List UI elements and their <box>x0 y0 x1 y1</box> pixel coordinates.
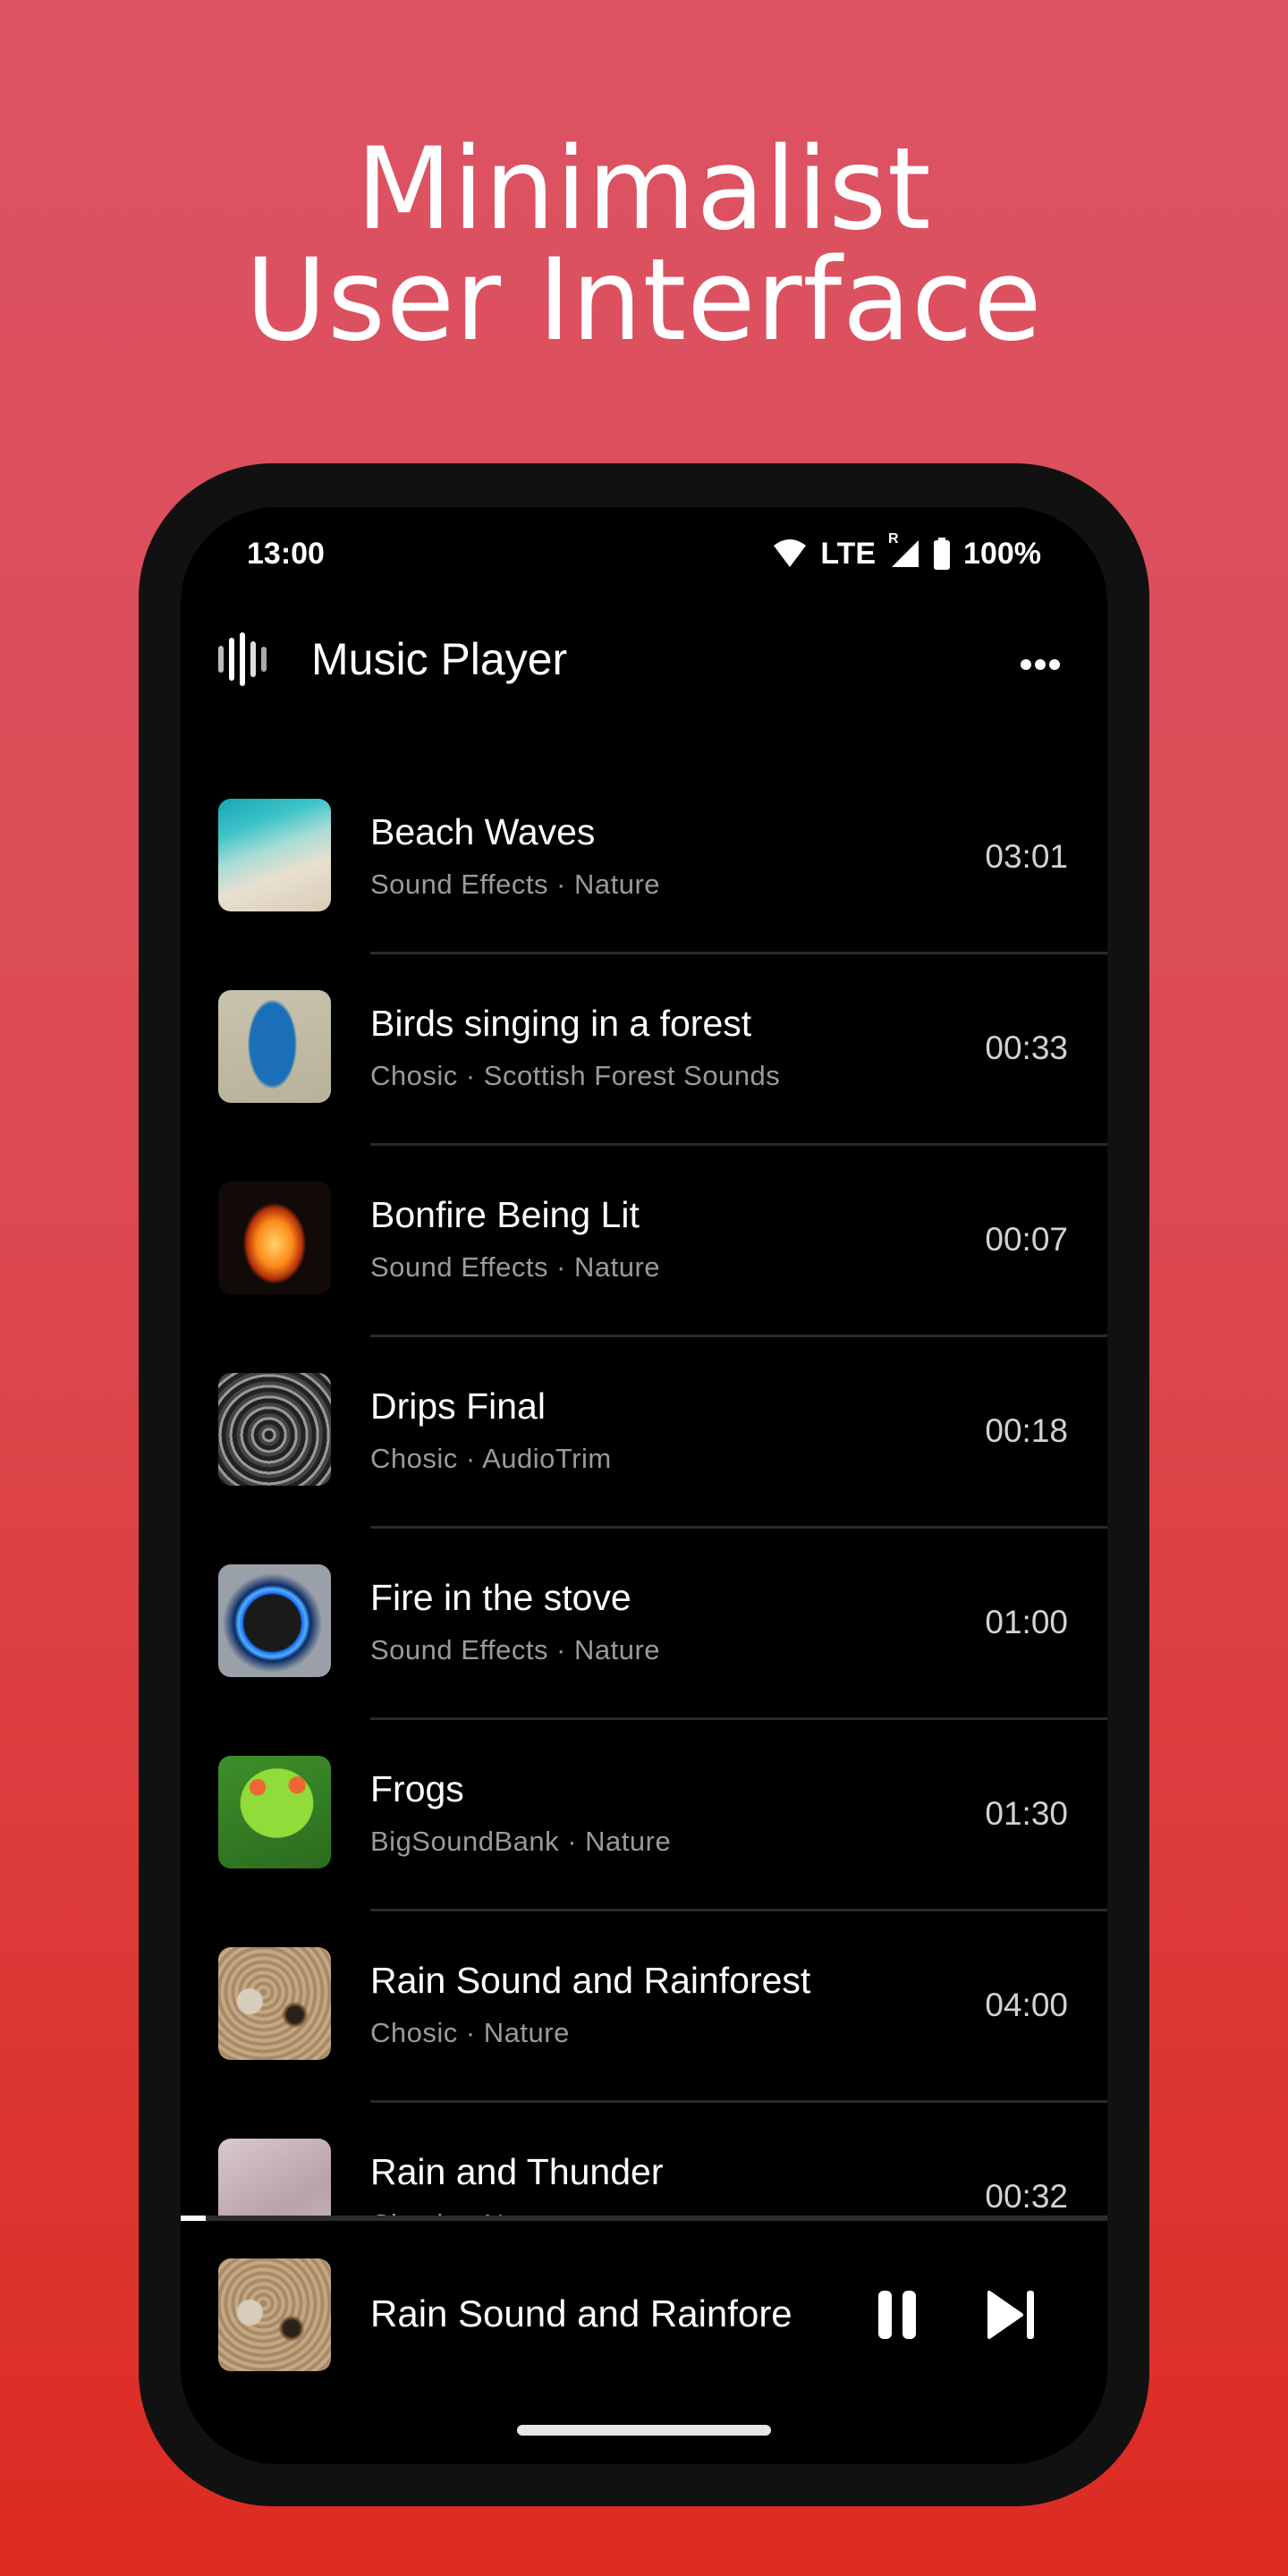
phone-frame: 13:00 LTE R 100% Music Player Beach Wave… <box>139 463 1149 2506</box>
status-bar: 13:00 LTE R 100% <box>247 527 1041 580</box>
track-duration: 03:01 <box>985 838 1068 875</box>
track-title: Rain Sound and Rainforest <box>370 1960 811 2001</box>
network-type: LTE <box>820 536 877 571</box>
track-duration: 01:00 <box>985 1604 1068 1640</box>
track-subtitle: Sound Effects · Nature <box>370 1251 661 1283</box>
track-duration: 01:30 <box>985 1795 1068 1832</box>
track-list-item[interactable]: Bonfire Being Lit Sound Effects · Nature… <box>181 1146 1107 1337</box>
track-duration: 00:32 <box>985 2178 1068 2215</box>
progress-fill <box>181 2216 206 2221</box>
battery-icon <box>934 538 951 570</box>
track-list[interactable]: Beach Waves Sound Effects · Nature 03:01… <box>181 763 1107 2294</box>
more-options-button[interactable] <box>1020 640 1061 680</box>
track-title: Rain and Thunder <box>370 2151 664 2192</box>
track-artwork <box>218 990 331 1103</box>
mini-player[interactable]: Rain Sound and Rainfore <box>181 2216 1107 2394</box>
track-artwork <box>218 1564 331 1677</box>
playback-progress[interactable] <box>181 2216 1107 2221</box>
battery-level: 100% <box>963 536 1041 571</box>
track-subtitle: Chosic · Nature <box>370 2017 570 2048</box>
signal-icon: R <box>888 531 920 569</box>
track-title: Beach Waves <box>370 811 596 852</box>
track-artwork <box>218 799 331 911</box>
promo-line-2: User Interface <box>245 234 1043 367</box>
more-horizontal-icon <box>1021 658 1060 670</box>
pause-button[interactable] <box>878 2291 918 2339</box>
track-list-item[interactable]: Frogs BigSoundBank · Nature 01:30 <box>181 1720 1107 1911</box>
track-list-item[interactable]: Fire in the stove Sound Effects · Nature… <box>181 1529 1107 1720</box>
phone-screen: 13:00 LTE R 100% Music Player Beach Wave… <box>181 507 1107 2464</box>
track-duration: 00:18 <box>985 1412 1068 1449</box>
skip-next-icon <box>987 2291 1034 2339</box>
track-title: Drips Final <box>370 1385 546 1427</box>
track-artwork <box>218 1756 331 1868</box>
track-subtitle: Chosic · AudioTrim <box>370 1443 612 1474</box>
waveform-icon <box>218 632 268 686</box>
promo-headline: Minimalist User Interface <box>0 123 1288 367</box>
track-title: Bonfire Being Lit <box>370 1194 640 1235</box>
track-subtitle: BigSoundBank · Nature <box>370 1826 672 1857</box>
track-list-item[interactable]: Drips Final Chosic · AudioTrim 00:18 <box>181 1337 1107 1529</box>
track-artwork <box>218 1373 331 1486</box>
track-list-item[interactable]: Beach Waves Sound Effects · Nature 03:01 <box>181 763 1107 954</box>
track-artwork <box>218 1947 331 2060</box>
track-subtitle: Sound Effects · Nature <box>370 869 661 900</box>
track-duration: 00:33 <box>985 1030 1068 1066</box>
track-subtitle: Sound Effects · Nature <box>370 1634 661 1665</box>
app-title: Music Player <box>311 634 568 684</box>
now-playing-artwork <box>218 2258 331 2371</box>
status-time: 13:00 <box>247 536 325 571</box>
track-artwork <box>218 1182 331 1294</box>
track-title: Frogs <box>370 1768 464 1809</box>
pause-icon <box>878 2291 892 2339</box>
home-indicator[interactable] <box>517 2425 771 2436</box>
track-list-item[interactable]: Birds singing in a forest Chosic · Scott… <box>181 954 1107 1146</box>
track-duration: 00:07 <box>985 1221 1068 1258</box>
track-title: Fire in the stove <box>370 1577 631 1618</box>
track-duration: 04:00 <box>985 1987 1068 2023</box>
app-bar: Music Player <box>181 606 1107 713</box>
skip-next-button[interactable] <box>986 2291 1039 2339</box>
track-title: Birds singing in a forest <box>370 1003 752 1044</box>
track-list-item[interactable]: Rain Sound and Rainforest Chosic · Natur… <box>181 1911 1107 2103</box>
promo-line-1: Minimalist <box>356 123 932 256</box>
track-subtitle: Chosic · Scottish Forest Sounds <box>370 1060 781 1091</box>
wifi-icon <box>774 539 807 567</box>
now-playing-title: Rain Sound and Rainfore <box>370 2292 792 2334</box>
